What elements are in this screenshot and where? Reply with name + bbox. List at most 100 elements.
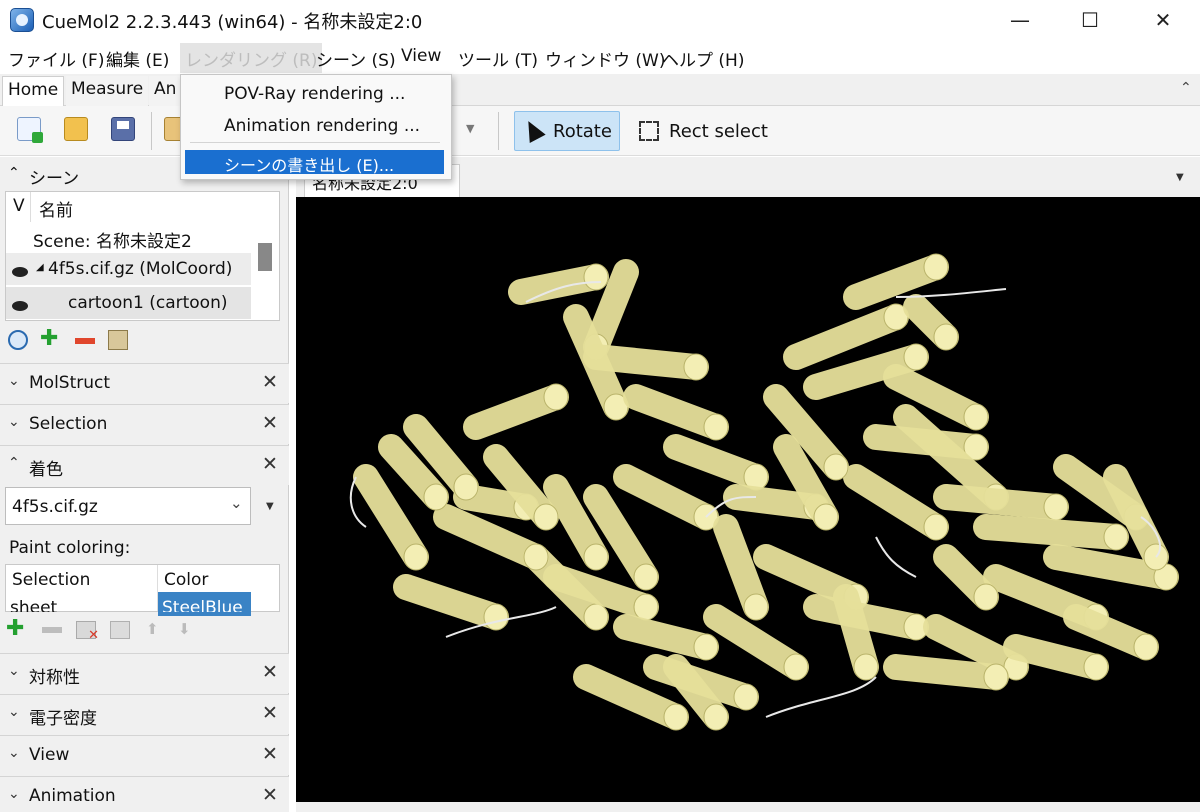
helix-cylinder (783, 304, 909, 370)
tab-home[interactable]: Home (2, 76, 65, 106)
section-density[interactable]: ⌄ 電子密度 ✕ (0, 694, 289, 734)
move-down-icon: ⬇ (178, 620, 191, 638)
menu-item-povray[interactable]: POV-Ray rendering ... (224, 84, 405, 104)
close-icon: ✕ (262, 661, 278, 683)
ribbon-collapse-icon[interactable]: ⌃ (1180, 80, 1192, 96)
column-visible: V (13, 196, 25, 216)
toolbar-separator (151, 112, 152, 150)
helix-cylinder (703, 604, 809, 680)
helix-cap (1133, 633, 1159, 661)
molecule-viewer[interactable] (296, 197, 1200, 802)
helix-cap (683, 353, 709, 381)
app-logo-icon (10, 8, 34, 32)
helix-cylinder (933, 484, 1069, 520)
helix-cylinder (353, 464, 429, 570)
helix-cap (1043, 493, 1069, 521)
helix-cap (743, 593, 769, 621)
table-row-selection[interactable]: sheet (10, 598, 57, 612)
helix-cap (813, 503, 839, 531)
column-selection: Selection (12, 570, 91, 590)
zoom-icon[interactable] (8, 330, 28, 350)
expand-triangle-icon[interactable]: ◢ (36, 262, 44, 273)
section-molstruct[interactable]: ⌄ MolStruct ✕ (0, 363, 289, 403)
menu-item-export[interactable]: シーンの書き出し (E)... (224, 152, 394, 176)
section-animation[interactable]: ⌄ Animation ✕ (0, 776, 289, 812)
menu-tools[interactable]: ツール (T) (458, 46, 538, 71)
menu-rendering[interactable]: レンダリング (R) (180, 43, 323, 73)
helix-cylinder (393, 574, 509, 630)
close-icon: ✕ (262, 743, 278, 765)
menu-file[interactable]: ファイル (F) (8, 46, 104, 71)
helix-cylinder (663, 434, 769, 490)
helix-cap (453, 473, 479, 501)
helix-cylinder (613, 464, 719, 530)
eye-icon[interactable] (12, 298, 28, 318)
helix-cap (403, 543, 429, 571)
dropdown-arrow-icon[interactable]: ▼ (1176, 172, 1184, 183)
column-color: Color (164, 570, 209, 590)
new-file-icon[interactable] (17, 117, 43, 143)
tree-row-cartoon-label: cartoon1 (cartoon) (68, 293, 228, 313)
helix-cap (583, 263, 609, 291)
close-icon: ✕ (262, 412, 278, 434)
paint-coloring-label: Paint coloring: (9, 538, 131, 558)
close-icon: ✕ (262, 702, 278, 724)
rect-select-icon[interactable] (639, 121, 659, 141)
table-row-color[interactable]: SteelBlue (162, 598, 243, 612)
minimize-icon[interactable]: — (985, 0, 1055, 40)
section-view[interactable]: ⌄ View ✕ (0, 735, 289, 775)
add-icon[interactable]: ✚ (6, 618, 24, 640)
menu-edit[interactable]: 編集 (E) (106, 46, 169, 71)
helix-cap (633, 593, 659, 621)
maximize-icon[interactable]: ☐ (1055, 0, 1125, 40)
helix-cylinder (843, 464, 949, 540)
remove-icon[interactable] (75, 338, 95, 344)
properties-icon[interactable] (108, 330, 128, 350)
chevron-up-icon[interactable]: ⌃ (8, 165, 20, 181)
helix-cylinder (583, 344, 709, 380)
helix-cap (523, 543, 549, 571)
section-selection[interactable]: ⌄ Selection ✕ (0, 404, 289, 444)
close-icon: ✕ (262, 784, 278, 806)
tree-row-molcoord-label: 4f5s.cif.gz (MolCoord) (48, 259, 233, 279)
cartoon-model[interactable] (296, 197, 1200, 802)
tab-measure[interactable]: Measure (66, 76, 149, 106)
tree-scrollbar[interactable] (258, 243, 272, 271)
properties-icon (110, 621, 130, 639)
menu-help[interactable]: ヘルプ (H) (662, 46, 744, 71)
helix-cap (983, 663, 1009, 691)
coil-loop (895, 288, 1007, 298)
menu-window[interactable]: ウィンドウ (W) (545, 46, 665, 71)
save-icon[interactable] (111, 117, 135, 141)
dropdown-arrow-icon[interactable]: ▼ (466, 122, 474, 135)
helix-cap (923, 253, 949, 281)
helix-cylinder (843, 254, 949, 310)
tab-animation[interactable]: An (149, 76, 182, 106)
helix-cap (703, 703, 729, 731)
rect-select-label[interactable]: Rect select (669, 121, 768, 142)
menu-item-animation[interactable]: Animation rendering ... (224, 116, 420, 136)
tree-row-scene[interactable]: Scene: 名称未設定2 (33, 227, 192, 252)
helix-cap (933, 323, 959, 351)
close-icon[interactable]: ✕ (1128, 0, 1198, 40)
add-icon[interactable]: ✚ (40, 328, 60, 350)
helix-cap (903, 343, 929, 371)
menu-view[interactable]: View (401, 46, 441, 66)
helix-cap (663, 703, 689, 731)
column-name: 名前 (39, 201, 73, 221)
helix-cap (543, 383, 569, 411)
toolbar-separator (498, 112, 499, 150)
helix-cap (853, 653, 879, 681)
menu-separator (190, 142, 440, 143)
column-divider (30, 192, 31, 222)
open-folder-icon[interactable] (64, 117, 88, 141)
section-symmetry[interactable]: ⌄ 対称性 ✕ (0, 653, 289, 693)
chevron-down-icon[interactable]: ⌄ (230, 494, 243, 512)
eye-icon[interactable] (12, 264, 28, 284)
scene-panel-title: シーン (29, 169, 80, 189)
dropdown-arrow-icon[interactable]: ▼ (266, 501, 274, 512)
close-icon: ✕ (262, 371, 278, 393)
coil-loop (875, 536, 917, 578)
menu-scene[interactable]: シーン (S) (316, 46, 396, 71)
section-coloring[interactable]: ⌃ 着色 ✕ (0, 445, 289, 485)
